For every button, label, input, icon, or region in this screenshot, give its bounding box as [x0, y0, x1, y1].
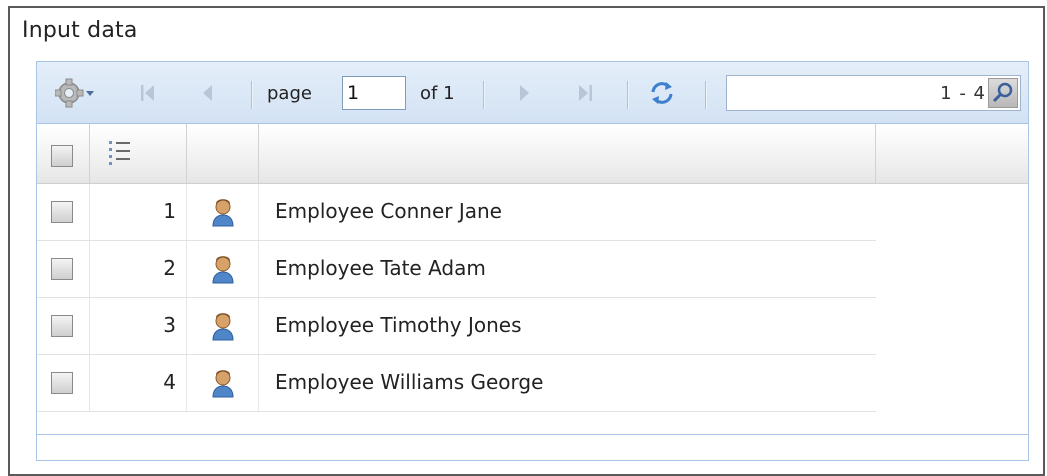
- row-name-cell: Employee Timothy Jones: [259, 298, 876, 354]
- search-icon: [992, 82, 1013, 103]
- prev-page-icon: [203, 85, 212, 101]
- data-grid: page of 1 1 - 4: [36, 61, 1029, 461]
- refresh-button[interactable]: [646, 78, 678, 108]
- employee-name: Employee Timothy Jones: [275, 313, 522, 337]
- row-number-cell: 1: [90, 184, 187, 240]
- search-button[interactable]: [988, 78, 1018, 108]
- row-icon-cell: [187, 355, 259, 411]
- refresh-icon: [651, 82, 673, 104]
- toolbar-separator: [251, 81, 253, 109]
- header-rownum-cell[interactable]: [90, 124, 187, 183]
- row-checkbox[interactable]: [51, 201, 73, 223]
- record-range-text: 1 - 4: [940, 83, 986, 104]
- user-icon: [212, 370, 234, 398]
- select-all-checkbox[interactable]: [51, 145, 73, 167]
- last-page-icon: [579, 85, 592, 101]
- row-number-cell: 4: [90, 355, 187, 411]
- grid-footer-space: [37, 412, 1028, 435]
- next-page-icon: [520, 85, 529, 101]
- first-page-button[interactable]: [137, 82, 159, 104]
- employee-name: Employee Tate Adam: [275, 256, 486, 280]
- table-row[interactable]: 1 Employee Conner Jane: [37, 184, 876, 241]
- numbered-list-icon: [109, 141, 130, 165]
- gear-icon: [55, 78, 94, 108]
- row-checkbox[interactable]: [51, 315, 73, 337]
- row-number: 2: [163, 256, 176, 280]
- row-name-cell: Employee Conner Jane: [259, 184, 876, 240]
- settings-button[interactable]: [55, 78, 99, 108]
- row-checkbox[interactable]: [51, 258, 73, 280]
- next-page-button[interactable]: [515, 82, 535, 104]
- row-select-cell: [37, 298, 90, 354]
- row-number-cell: 2: [90, 241, 187, 297]
- page-number-input[interactable]: [342, 76, 406, 110]
- search-field[interactable]: 1 - 4: [726, 75, 1021, 111]
- row-checkbox[interactable]: [51, 372, 73, 394]
- row-icon-cell: [187, 298, 259, 354]
- first-page-icon: [141, 85, 154, 101]
- row-number: 3: [163, 313, 176, 337]
- employee-name: Employee Conner Jane: [275, 199, 502, 223]
- toolbar-separator: [483, 81, 485, 109]
- grid-header: [37, 124, 1028, 184]
- row-icon-cell: [187, 184, 259, 240]
- page-count-label: of 1: [420, 83, 455, 104]
- table-row[interactable]: 3 Employee Timothy Jones: [37, 298, 876, 355]
- user-icon: [212, 199, 234, 227]
- header-name-cell[interactable]: [259, 124, 876, 183]
- prev-page-button[interactable]: [197, 82, 217, 104]
- row-icon-cell: [187, 241, 259, 297]
- user-icon: [212, 313, 234, 341]
- table-row[interactable]: 2 Employee Tate Adam: [37, 241, 876, 298]
- user-icon: [212, 256, 234, 284]
- table-row[interactable]: 4 Employee Williams George: [37, 355, 876, 412]
- row-select-cell: [37, 241, 90, 297]
- row-number: 4: [163, 370, 176, 394]
- employee-name: Employee Williams George: [275, 370, 544, 394]
- header-icon-cell: [187, 124, 259, 183]
- row-select-cell: [37, 355, 90, 411]
- row-number: 1: [163, 199, 176, 223]
- pager-toolbar: page of 1 1 - 4: [37, 62, 1028, 124]
- row-select-cell: [37, 184, 90, 240]
- last-page-button[interactable]: [574, 82, 596, 104]
- panel-title: Input data: [22, 18, 138, 43]
- header-select-cell: [37, 124, 90, 183]
- toolbar-separator: [705, 81, 707, 109]
- row-name-cell: Employee Tate Adam: [259, 241, 876, 297]
- row-name-cell: Employee Williams George: [259, 355, 876, 411]
- page-label: page: [267, 83, 312, 104]
- row-number-cell: 3: [90, 298, 187, 354]
- toolbar-separator: [627, 81, 629, 109]
